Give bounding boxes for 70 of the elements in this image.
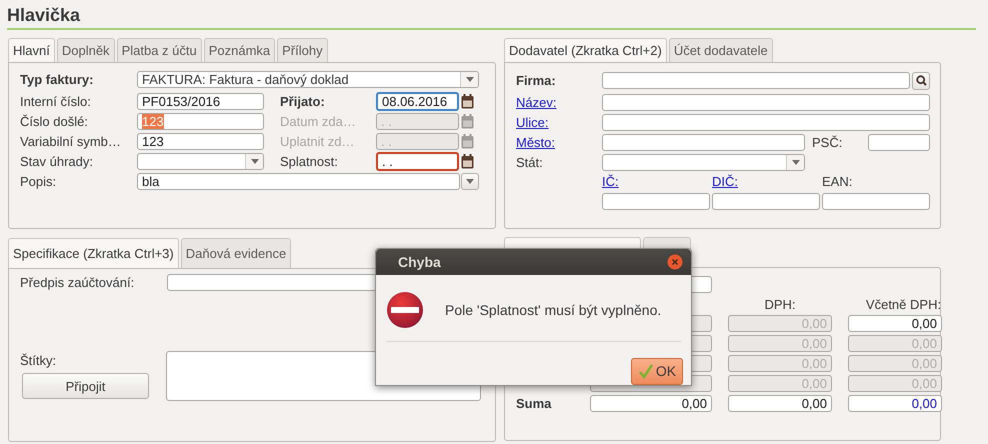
dialog-title: Chyba <box>398 254 441 270</box>
column-header: DPH: <box>763 297 797 312</box>
tab[interactable]: Doplněk <box>56 38 115 62</box>
input-field[interactable] <box>602 134 805 150</box>
input-field[interactable]: PF0153/2016 <box>137 92 264 110</box>
dropdown-caret-icon <box>466 178 474 184</box>
input-field[interactable] <box>602 192 710 210</box>
dropdown-caret-icon <box>792 160 800 164</box>
field-label: Typ faktury: <box>20 72 94 87</box>
field-label: Interní číslo: <box>20 94 92 108</box>
field-label: Splatnost: <box>280 154 339 168</box>
country-dropdown[interactable] <box>602 154 805 170</box>
field-label: Štítky: <box>20 353 58 370</box>
field-label: PSČ: <box>812 134 844 150</box>
input-field[interactable] <box>868 134 930 150</box>
input-field[interactable] <box>602 72 910 89</box>
attach-button[interactable]: Připojit <box>22 373 149 399</box>
field-label: Uplatnit zd… <box>280 134 356 148</box>
field-link[interactable]: IČ: <box>602 174 712 189</box>
field-label: Číslo došlé: <box>20 114 89 128</box>
tab[interactable]: Daňová evidence <box>180 238 292 268</box>
error-icon <box>386 290 424 328</box>
dropdown-button[interactable] <box>461 172 479 190</box>
invoice-type-dropdown[interactable]: FAKTURA: Faktura - daňový doklad <box>137 71 479 88</box>
date-field[interactable]: . . <box>376 152 459 170</box>
field-label: Stav úhrady: <box>20 154 94 168</box>
column-header: Včetně DPH: <box>864 297 942 312</box>
amount-field[interactable]: 0,00 <box>848 395 942 412</box>
field-link[interactable]: Název: <box>516 94 602 110</box>
input-field[interactable] <box>822 192 930 210</box>
field-link[interactable]: Město: <box>516 134 602 150</box>
input-field[interactable] <box>602 114 930 130</box>
field-label: EAN: <box>822 174 854 189</box>
status-dropdown[interactable] <box>137 152 264 170</box>
tab[interactable]: Přílohy <box>277 38 328 62</box>
tab[interactable]: Hlavní <box>8 38 55 62</box>
calendar-icon[interactable] <box>461 154 474 168</box>
amount-field[interactable]: 0,00 <box>728 395 832 412</box>
field-label: Popis: <box>20 174 58 188</box>
search-icon <box>916 75 926 86</box>
input-field[interactable] <box>602 94 930 110</box>
error-message: Pole 'Splatnost' musí být vyplněno. <box>445 302 662 318</box>
close-icon[interactable] <box>667 254 683 270</box>
field-label: Firma: <box>516 73 557 88</box>
field-link[interactable]: DIČ: <box>712 174 822 189</box>
amount-field[interactable]: 0,00 <box>590 395 712 412</box>
tab[interactable]: Platba z účtu <box>116 38 202 62</box>
dropdown-caret-icon <box>250 158 258 164</box>
tab[interactable]: Účet dodavatele <box>668 38 773 62</box>
tab[interactable]: Poznámka <box>204 38 276 62</box>
tab[interactable]: Dodavatel (Zkratka Ctrl+2) <box>504 38 667 62</box>
field-label: Stát: <box>516 154 544 170</box>
field-label: Variabilní symb… <box>20 134 122 148</box>
ok-button[interactable]: OK <box>631 358 683 385</box>
input-field[interactable]: bla <box>137 172 460 190</box>
date-field[interactable]: 08.06.2016 <box>376 92 459 110</box>
input-field[interactable] <box>712 192 820 210</box>
field-link[interactable]: Ulice: <box>516 114 602 130</box>
search-button[interactable] <box>912 72 930 90</box>
field-label: Přijato: <box>280 94 326 108</box>
calendar-icon[interactable] <box>461 94 474 108</box>
row-label: Suma <box>516 396 552 411</box>
input-field[interactable]: 123 <box>137 132 264 150</box>
dropdown-caret-icon <box>466 77 474 82</box>
amount-field[interactable]: 0,00 <box>848 315 942 332</box>
field-label: Předpis zaúčtování: <box>20 274 136 290</box>
tab[interactable]: Specifikace (Zkratka Ctrl+3) <box>8 238 179 268</box>
field-label: Datum zda… <box>280 114 357 128</box>
section-title: Hlavička <box>7 4 82 27</box>
check-icon <box>638 363 654 380</box>
